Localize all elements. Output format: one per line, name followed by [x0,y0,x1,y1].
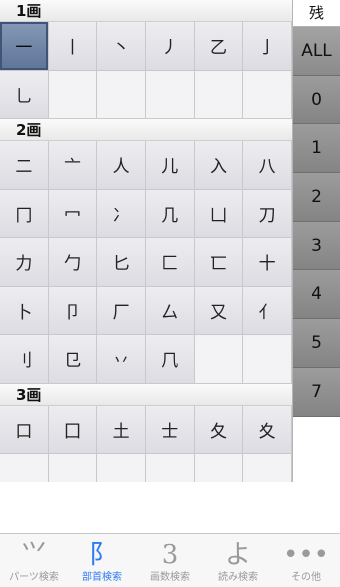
more-icon: ••• [282,540,329,570]
remaining-strokes-header: 残 [293,0,340,27]
tab-radical-search[interactable]: 阝 部首検索 [68,534,136,587]
radical-cell[interactable]: 乚 [0,70,49,119]
radical-cell[interactable]: 匚 [145,238,195,287]
radical-cell[interactable]: 儿 [145,141,195,190]
radical-grid-3-strokes: 口 囗 土 士 夂 夊 [0,405,292,482]
radical-cell[interactable]: 力 [0,238,49,287]
radical-cell[interactable]: 丨 [48,22,98,71]
radical-cell[interactable]: 夂 [194,405,244,454]
stroke-count-icon: 3 [161,540,179,570]
radical-grid-1-stroke: 一 丨 丶 丿 乙 亅 乚 [0,22,292,119]
radical-cell-partial[interactable] [0,454,49,482]
tab-bar: ⺍ パーツ検索 阝 部首検索 3 画数検索 よ 読み検索 ••• その他 [0,533,340,587]
empty-cell [243,335,292,384]
radical-cell[interactable]: 丷 [97,335,146,384]
tab-label: 画数検索 [150,572,190,583]
tab-reading-search[interactable]: よ 読み検索 [204,534,272,587]
radical-grid-2-strokes: 二 亠 人 儿 入 八 冂 冖 冫 几 凵 刀 力 勹 匕 匚 匸 十 卜 卩 … [0,141,292,384]
tab-more[interactable]: ••• その他 [272,534,340,587]
stroke-filter-all-button[interactable]: ALL [293,27,340,76]
radical-cell[interactable]: 冫 [97,189,146,238]
empty-cell [194,70,244,119]
empty-cell [194,335,244,384]
empty-cell [97,70,146,119]
tab-label: パーツ検索 [9,572,59,583]
radical-cell-partial[interactable] [243,454,292,482]
radical-cell[interactable]: 冖 [48,189,98,238]
radical-cell[interactable]: 冂 [0,189,49,238]
radical-cell[interactable]: 刀 [243,189,292,238]
stroke-filter-4-button[interactable]: 4 [293,270,340,320]
radical-cell-partial[interactable] [97,454,146,482]
radical-cell[interactable]: 亅 [243,22,292,71]
radical-cell[interactable]: 丶 [97,22,146,71]
stroke-filter-2-button[interactable]: 2 [293,173,340,222]
section-header-3-strokes: 3画 [0,383,292,406]
stroke-filter-1-button[interactable]: 1 [293,124,340,174]
radical-grid-panel[interactable]: 1画 一 丨 丶 丿 乙 亅 乚 2画 二 亠 人 儿 入 八 冂 冖 冫 几 … [0,0,292,482]
tab-parts-search[interactable]: ⺍ パーツ検索 [0,534,68,587]
radical-cell[interactable]: 刂 [0,335,49,384]
radical-cell-partial[interactable] [48,454,98,482]
radical-cell[interactable]: 㔾 [48,335,98,384]
tab-label: 読み検索 [218,572,258,583]
radical-cell[interactable]: 卜 [0,286,49,335]
radical-cell[interactable]: 亻 [243,286,292,335]
stroke-filter-0-button[interactable]: 0 [293,75,340,125]
radical-cell[interactable]: 囗 [48,405,98,454]
radical-cell[interactable]: 一 [0,22,49,71]
radical-cell[interactable]: 勹 [48,238,98,287]
tab-label: その他 [291,572,321,583]
radical-cell[interactable]: 𠘨 [145,335,195,384]
radical-cell[interactable]: 人 [97,141,146,190]
radical-cell[interactable]: 厶 [145,286,195,335]
radical-cell[interactable]: 厂 [97,286,146,335]
radical-cell[interactable]: 十 [243,238,292,287]
radical-cell[interactable]: 土 [97,405,146,454]
radical-cell[interactable]: 几 [145,189,195,238]
radical-cell[interactable]: 八 [243,141,292,190]
tab-stroke-count-search[interactable]: 3 画数検索 [136,534,204,587]
radical-cell[interactable]: 匕 [97,238,146,287]
radical-cell[interactable]: 士 [145,405,195,454]
reading-icon: よ [224,540,251,570]
radical-cell[interactable]: 亠 [48,141,98,190]
stroke-filter-5-button[interactable]: 5 [293,319,340,368]
radical-cell-partial[interactable] [145,454,195,482]
section-header-2-strokes: 2画 [0,119,292,141]
radical-cell[interactable]: 二 [0,141,49,190]
radical-cell[interactable]: 匸 [194,238,244,287]
radical-cell[interactable]: 卩 [48,286,98,335]
parts-icon: ⺍ [20,540,47,570]
radical-cell[interactable]: 夊 [243,405,292,454]
radical-cell[interactable]: 丿 [145,22,195,71]
empty-cell [48,70,98,119]
radical-cell[interactable]: 又 [194,286,244,335]
radical-icon: 阝 [88,540,115,570]
empty-cell [243,70,292,119]
tab-label: 部首検索 [82,572,122,583]
empty-cell [145,70,195,119]
radical-cell[interactable]: 凵 [194,189,244,238]
radical-cell[interactable]: 入 [194,141,244,190]
remaining-strokes-panel: 残 ALL 0 1 2 3 4 5 7 [292,0,340,482]
stroke-filter-3-button[interactable]: 3 [293,221,340,271]
radical-cell[interactable]: 口 [0,405,49,454]
section-header-1-stroke: 1画 [0,0,292,22]
radical-cell[interactable]: 乙 [194,22,244,71]
stroke-filter-7-button[interactable]: 7 [293,367,340,417]
radical-cell-partial[interactable] [194,454,244,482]
